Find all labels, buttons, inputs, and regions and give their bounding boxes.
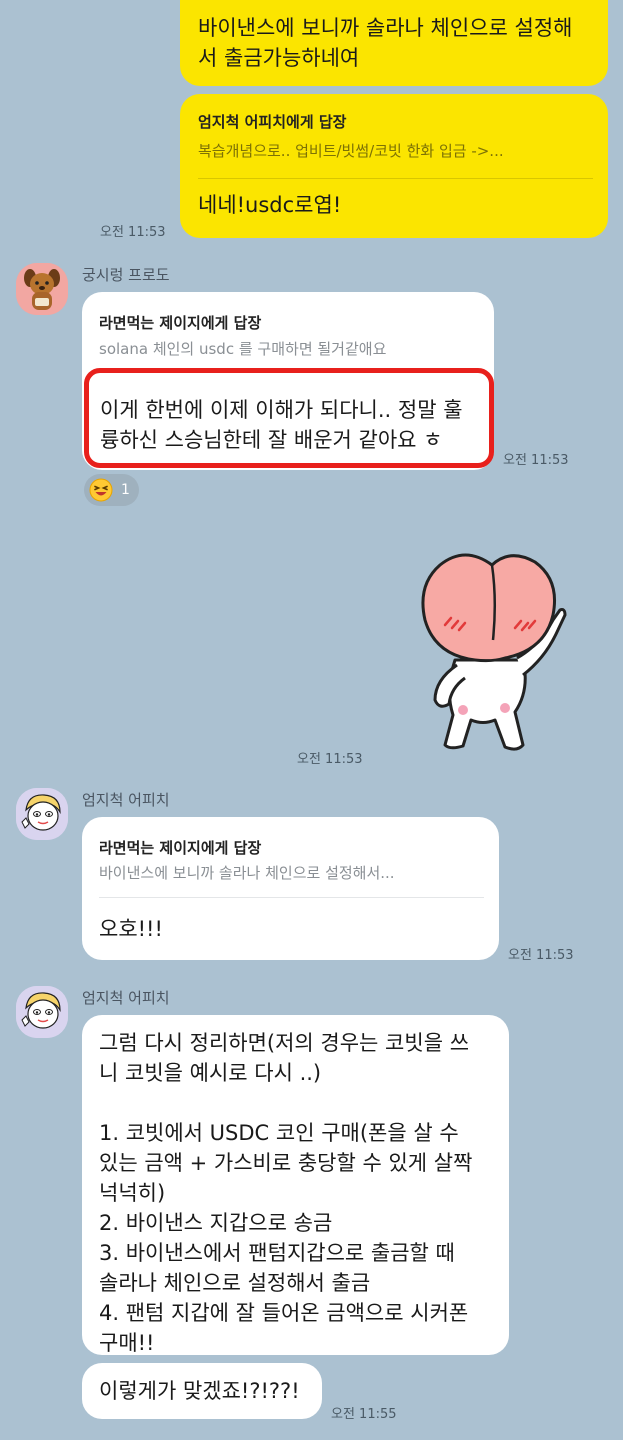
reply-preview: 바이낸스에 보니까 솔라나 체인으로 설정해서... <box>99 864 395 882</box>
reply-divider <box>198 178 593 179</box>
sender-name: 궁시렁 프로도 <box>82 266 170 284</box>
apeach-avatar-icon <box>16 986 68 1038</box>
highlight-box: 이게 한번에 이제 이해가 되다니.. 정말 훌 륭하신 스승님한테 잘 배운거… <box>84 368 494 468</box>
apeach-avatar-icon <box>16 788 68 840</box>
my-reply-bubble[interactable]: 엄지척 어피치에게 답장 복습개념으로.. 업비트/빗썸/코빗 한화 입금 ->… <box>180 94 608 238</box>
reply-divider <box>99 897 484 898</box>
reaction-badge[interactable]: 1 <box>84 474 139 506</box>
timestamp: 오전 11:53 <box>508 948 574 963</box>
message-text: 바이낸스에 보니까 솔라나 체인으로 설정해 서 출금가능하네여 <box>198 16 573 70</box>
their-reply-bubble[interactable]: 라면먹는 제이지에게 답장 바이낸스에 보니까 솔라나 체인으로 설정해서...… <box>82 817 499 960</box>
timestamp: 오전 11:55 <box>331 1407 397 1422</box>
frodo-avatar[interactable] <box>16 263 68 315</box>
apeach-sticker[interactable] <box>405 540 580 755</box>
grinning-emoji-icon <box>89 478 113 502</box>
message-text: 네네!usdc로엽! <box>198 193 342 217</box>
message-text: 이게 한번에 이제 이해가 되다니.. 정말 훌 륭하신 스승님한테 잘 배운거… <box>100 398 463 452</box>
message-text: 이렇게가 맞겠죠!?!??! <box>99 1379 300 1403</box>
message-text: 오호!!! <box>99 917 163 941</box>
dog-avatar-icon <box>16 263 68 315</box>
message-text: 그럼 다시 정리하면(저의 경우는 코빗을 쓰 니 코빗을 예시로 다시 ..)… <box>99 1031 473 1355</box>
reaction-count: 1 <box>121 482 130 498</box>
reply-title: 라면먹는 제이지에게 답장 <box>99 314 262 332</box>
timestamp: 오전 11:53 <box>100 225 166 240</box>
reply-title: 엄지척 어피치에게 답장 <box>198 113 347 131</box>
their-message-bubble[interactable]: 그럼 다시 정리하면(저의 경우는 코빗을 쓰 니 코빗을 예시로 다시 ..)… <box>82 1015 509 1355</box>
apeach-avatar[interactable] <box>16 986 68 1038</box>
my-message-bubble[interactable]: 바이낸스에 보니까 솔라나 체인으로 설정해 서 출금가능하네여 <box>180 0 608 86</box>
reply-preview: solana 체인의 usdc 를 구매하면 될거같애요 <box>99 340 387 358</box>
chat-screen: { "messages": { "m1": {"text": "바이낸스에 보니… <box>0 0 623 1440</box>
sender-name: 엄지척 어피치 <box>82 791 170 809</box>
reply-title: 라면먹는 제이지에게 답장 <box>99 839 262 857</box>
sender-name: 엄지척 어피치 <box>82 989 170 1007</box>
their-message-bubble[interactable]: 이렇게가 맞겠죠!?!??! <box>82 1363 322 1419</box>
timestamp: 오전 11:53 <box>503 453 569 468</box>
reply-preview: 복습개념으로.. 업비트/빗썸/코빗 한화 입금 ->... <box>198 142 504 160</box>
timestamp: 오전 11:53 <box>297 752 363 767</box>
apeach-avatar[interactable] <box>16 788 68 840</box>
